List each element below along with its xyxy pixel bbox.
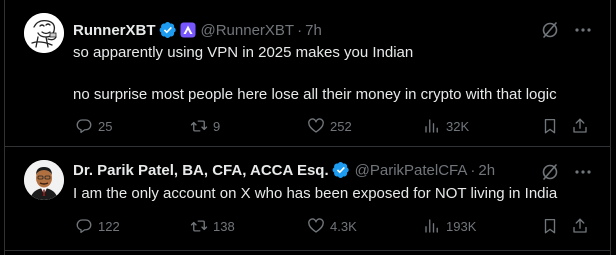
like-count: 252: [330, 118, 352, 134]
separator-dot: ·: [470, 161, 476, 179]
verified-badge-icon[interactable]: [332, 161, 350, 179]
author-name[interactable]: Dr. Parik Patel, BA, CFA, ACCA Esq.: [73, 162, 329, 179]
views-button[interactable]: 32K: [423, 117, 469, 135]
monkey-avatar-icon: [24, 13, 64, 53]
separator-dot: ·: [297, 21, 303, 39]
post-menu: [540, 20, 592, 40]
like-button[interactable]: 252: [307, 117, 352, 135]
post-actions: 122 138 4.3K 193K: [73, 217, 596, 237]
repost-count: 9: [213, 118, 221, 134]
post-header: RunnerXBT @RunnerXBT · 7h: [73, 20, 322, 40]
repost-button[interactable]: 138: [190, 217, 235, 235]
verified-badge-icon[interactable]: [159, 21, 177, 39]
post[interactable]: RunnerXBT @RunnerXBT · 7h so apparently …: [5, 0, 610, 146]
repost-button[interactable]: 9: [190, 117, 220, 135]
share-button[interactable]: [571, 117, 594, 135]
grok-icon[interactable]: [540, 162, 560, 182]
like-button[interactable]: 4.3K: [307, 217, 357, 235]
share-icon: [573, 118, 587, 133]
reply-icon: [76, 219, 92, 234]
author-handle[interactable]: @ParikPatelCFA: [355, 162, 468, 179]
share-button[interactable]: [571, 217, 594, 235]
post[interactable]: Dr. Parik Patel, BA, CFA, ACCA Esq. @Par…: [5, 147, 610, 250]
post-header: Dr. Parik Patel, BA, CFA, ACCA Esq. @Par…: [73, 160, 495, 180]
reply-count: 25: [98, 118, 113, 134]
man-portrait-avatar-icon: [24, 160, 64, 200]
avatar[interactable]: [24, 13, 64, 53]
more-options-icon[interactable]: [574, 163, 592, 181]
post-text-line: so apparently using VPN in 2025 makes yo…: [73, 44, 414, 61]
heart-icon: [308, 218, 324, 233]
heart-icon: [308, 118, 324, 133]
post-text-line: I am the only account on X who has been …: [73, 185, 558, 202]
post-text-line: no surprise most people here lose all th…: [73, 86, 557, 103]
post-time[interactable]: 2h: [478, 162, 495, 179]
bookmark-icon: [544, 218, 556, 234]
post-menu: [540, 162, 592, 182]
grok-icon[interactable]: [540, 20, 560, 40]
post-divider: [5, 250, 610, 251]
bookmark-button[interactable]: [541, 117, 564, 135]
views-button[interactable]: 193K: [423, 217, 476, 235]
bookmark-button[interactable]: [541, 217, 564, 235]
reply-count: 122: [98, 218, 120, 234]
feed-right-border: [610, 0, 611, 255]
views-chart-icon: [425, 119, 438, 133]
view-count: 32K: [446, 118, 470, 134]
like-count: 4.3K: [330, 218, 357, 234]
timeline-feed: RunnerXBT @RunnerXBT · 7h so apparently …: [0, 0, 616, 255]
post-time[interactable]: 7h: [305, 22, 322, 39]
repost-icon: [190, 220, 208, 232]
reply-button[interactable]: 122: [75, 217, 120, 235]
purple-affiliate-badge-icon[interactable]: [180, 22, 196, 38]
repost-icon: [190, 120, 208, 132]
author-handle[interactable]: @RunnerXBT: [201, 22, 295, 39]
avatar[interactable]: [24, 160, 64, 200]
views-chart-icon: [425, 219, 438, 233]
bookmark-icon: [544, 118, 556, 134]
view-count: 193K: [446, 218, 477, 234]
share-icon: [573, 218, 587, 233]
more-options-icon[interactable]: [574, 21, 592, 39]
repost-count: 138: [213, 218, 235, 234]
post-actions: 25 9 252 32K: [73, 117, 596, 137]
author-name[interactable]: RunnerXBT: [73, 22, 156, 39]
reply-icon: [76, 119, 92, 134]
reply-button[interactable]: 25: [75, 117, 112, 135]
